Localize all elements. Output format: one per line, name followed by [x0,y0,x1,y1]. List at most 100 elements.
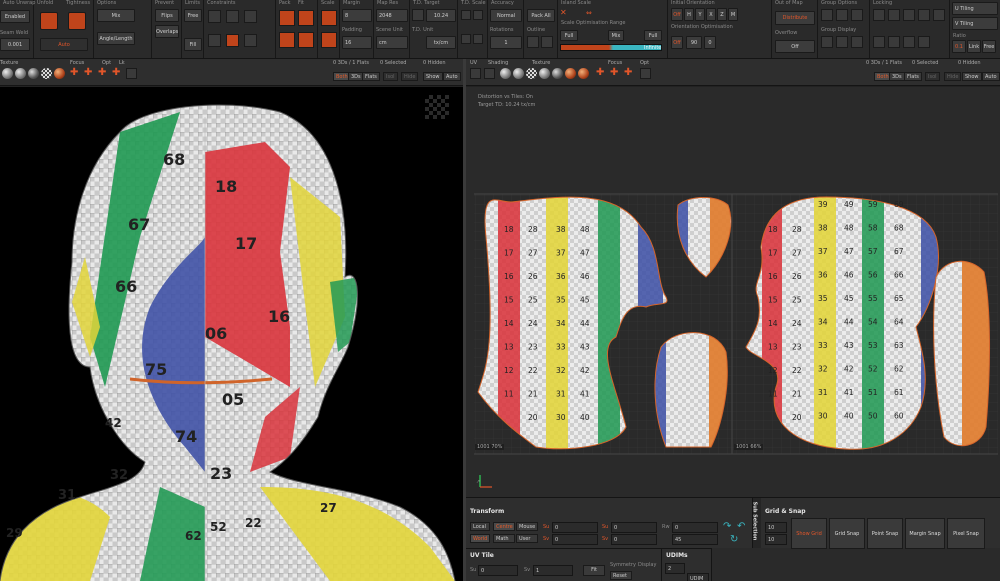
ratio-link[interactable]: Link [967,40,981,53]
left-shading-sphere-4[interactable] [41,68,52,79]
right-shading-sphere-3[interactable] [526,68,537,79]
right-isol-button[interactable]: Isol [925,72,940,81]
right-opt-icon[interactable] [640,68,651,79]
udims-count-input[interactable]: 2 [665,563,685,574]
transform-sv2-input[interactable]: 0 [611,534,657,545]
uv-tile-reset-button[interactable]: Reset [610,571,632,580]
right-show-button[interactable]: Show [962,72,982,81]
uv-tile-fit-button[interactable]: Fit [583,565,605,576]
scale-opt-mode-select[interactable]: Mix [608,30,624,41]
left-show-button[interactable]: Show [423,72,443,81]
left-opt-icon[interactable]: ✚ [112,68,123,79]
orientation-opt-off[interactable]: Off [671,36,683,49]
right-mode-3ds[interactable]: 3Ds [889,72,905,81]
udims-mode-select[interactable]: UDIM [687,573,709,581]
left-hide-button[interactable]: Hide [401,72,419,81]
scale-opt-max-select[interactable]: Full [644,30,662,41]
td-scale-icon[interactable] [461,10,471,20]
orientation-axis-m[interactable]: M [728,8,738,21]
u-tiling-input[interactable]: U Tiling [952,2,998,15]
ratio-free[interactable]: Free [982,40,996,53]
overlaps-button[interactable]: Overlaps [155,25,179,38]
ratio-value[interactable]: 0.1 [952,40,966,53]
margin-snap-button[interactable]: Margin Snap [905,518,945,549]
tightness-magnet-icon[interactable] [68,12,86,30]
options-mode-select[interactable]: Mix [97,9,135,22]
lock-icon-4[interactable] [918,9,930,21]
constraint-line-icon[interactable] [226,10,239,23]
padding-input[interactable]: 16 [342,36,372,49]
scale-icon[interactable] [321,10,337,26]
left-focus-icon-2[interactable]: ✚ [84,68,95,79]
grid-v-input[interactable]: 10 [765,534,787,545]
left-shading-sphere-5[interactable] [54,68,65,79]
right-shading-sphere-5[interactable] [552,68,563,79]
right-focus-icon-2[interactable]: ✚ [610,68,621,79]
lock-icon-2[interactable] [888,9,900,21]
td-scale-icon-4[interactable] [473,34,483,44]
transform-su2-input[interactable]: 0 [611,522,657,533]
transform-centre-button[interactable]: Centre [493,522,515,531]
td-scale-icon-3[interactable] [461,34,471,44]
rotate-ccw-icon[interactable]: ↶ [737,521,749,533]
fit-icon[interactable] [298,10,314,26]
left-mode-flats[interactable]: Flats [362,72,380,81]
group-display-icon-1[interactable] [821,36,833,48]
unfold-auto-button[interactable]: Auto [40,38,88,51]
overflow-select[interactable]: Off [775,40,815,53]
transform-ss-input[interactable]: 45 [672,534,718,545]
limits-free-button[interactable]: Free [184,9,202,22]
td-target-input[interactable]: 10.24 [426,9,456,22]
rotate-cw-icon[interactable]: ↷ [723,521,735,533]
pack-tiles-icon[interactable] [279,32,295,48]
right-mode-flats[interactable]: Flats [904,72,922,81]
island-scale-link-icon[interactable]: ⇔ [586,8,606,18]
mapres-input[interactable]: 2048 [376,9,408,22]
constraint-vline-icon[interactable] [208,34,221,47]
uv-tile-su-input[interactable]: 0 [478,565,518,576]
transform-user-button[interactable]: User [516,534,538,543]
rotate-reset-icon[interactable]: ↻ [730,534,742,546]
right-shading-sphere-4[interactable] [539,68,550,79]
left-focus-icon-3[interactable]: ✚ [98,68,109,79]
accuracy-select[interactable]: Normal [490,9,522,22]
grid-snap-button[interactable]: Grid Snap [829,518,865,549]
distribute-button[interactable]: Distribute [775,11,815,25]
left-shading-sphere-2[interactable] [15,68,26,79]
pixel-snap-button[interactable]: Pixel Snap [947,518,985,549]
orientation-axis-z[interactable]: Z [717,8,727,21]
right-auto-button[interactable]: Auto [982,72,1000,81]
point-snap-button[interactable]: Point Snap [867,518,903,549]
scene-unit-select[interactable]: cm [376,36,408,49]
pack-all-button[interactable]: Pack All [527,9,555,22]
right-shading-sphere-7[interactable] [578,68,589,79]
group-icon-3[interactable] [851,9,863,21]
left-lock-icon[interactable] [126,68,137,79]
view-cube-icon[interactable] [425,95,449,119]
constraint-pin-icon[interactable] [208,10,221,23]
orientation-axis-h[interactable]: H [684,8,694,21]
transform-local-button[interactable]: Local [470,522,490,531]
lock-icon-3[interactable] [903,9,915,21]
uv-tile-sv-input[interactable]: 1 [533,565,573,576]
scale-tiles-icon[interactable] [321,32,337,48]
group-display-icon-2[interactable] [836,36,848,48]
sub-selection-tab[interactable]: Sub Selection [751,498,761,548]
left-shading-sphere-1[interactable] [2,68,13,79]
right-focus-icon-3[interactable]: ✚ [624,68,635,79]
lock-icon-6[interactable] [873,36,885,48]
orientation-opt-90[interactable]: 90 [686,36,702,49]
orientation-off-button[interactable]: Off [671,8,683,21]
viewport-uv[interactable]: Distortion vs Tiles: On Target TD: 10.24… [466,87,1000,497]
pack-icon[interactable] [279,10,295,26]
group-icon-2[interactable] [836,9,848,21]
rotations-input[interactable]: 1 [490,36,522,49]
v-tiling-input[interactable]: V Tiling [952,17,998,30]
scale-opt-min-select[interactable]: Full [560,30,578,41]
lock-icon-8[interactable] [903,36,915,48]
right-shading-sphere-6[interactable] [565,68,576,79]
outline-icon-2[interactable] [541,36,553,48]
outline-icon[interactable] [527,36,539,48]
margin-input[interactable]: 8 [342,9,372,22]
uv-mesh-icon[interactable] [484,68,495,79]
